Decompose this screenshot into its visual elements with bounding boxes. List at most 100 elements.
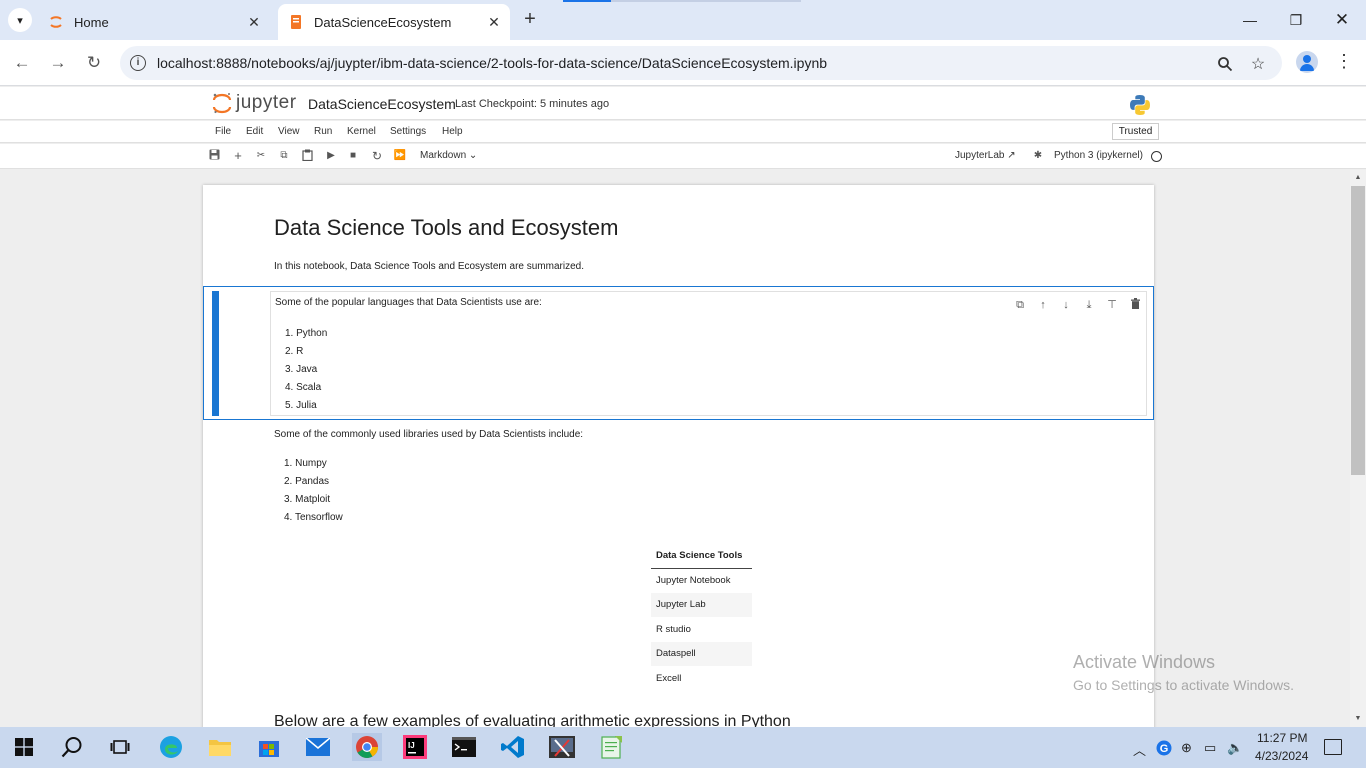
- kernel-name[interactable]: Python 3 (ipykernel): [1054, 150, 1143, 161]
- menu-settings[interactable]: Settings: [390, 126, 426, 137]
- add-cell-icon[interactable]: +: [231, 149, 245, 163]
- windows-taskbar: IJ ︿ G ⊕ ▭ 🔈: [0, 727, 1366, 768]
- notebook-area: Data Science Tools and Ecosystem In this…: [0, 170, 1350, 727]
- notebook-title[interactable]: DataScienceEcosystem: [308, 96, 456, 112]
- debugger-bug-icon[interactable]: ✱: [1031, 149, 1045, 163]
- close-icon[interactable]: ✕: [484, 12, 504, 32]
- bookmark-star-icon[interactable]: ☆: [1248, 54, 1268, 74]
- scroll-up-arrow-icon[interactable]: ▲: [1351, 171, 1365, 185]
- libraries-list: 1. Numpy 2. Pandas 3. Matploit 4. Tensor…: [284, 455, 343, 527]
- chevron-down-icon: ⌄: [468, 150, 478, 161]
- back-arrow-icon[interactable]: ←: [10, 51, 34, 75]
- table-header: Data Science Tools: [651, 543, 752, 569]
- table-row: Jupyter Notebook: [656, 575, 731, 586]
- snipping-tool-icon[interactable]: [548, 733, 576, 761]
- save-icon[interactable]: [207, 149, 221, 163]
- duplicate-cell-icon[interactable]: ⧉: [1013, 298, 1027, 312]
- tab-search-chevron-icon[interactable]: ▾: [8, 8, 32, 32]
- browser-menu-icon[interactable]: ⋮: [1334, 51, 1354, 73]
- menu-view[interactable]: View: [278, 126, 300, 137]
- notepad-plus-plus-icon[interactable]: [598, 733, 626, 761]
- python-logo-icon: [1129, 94, 1151, 116]
- cell-type-dropdown[interactable]: Markdown ⌄: [420, 150, 477, 161]
- trusted-indicator[interactable]: Trusted: [1112, 123, 1159, 140]
- tab-group-indicator: [563, 0, 611, 2]
- cell-collapser[interactable]: [212, 291, 219, 416]
- menu-file[interactable]: File: [215, 126, 231, 137]
- address-bar[interactable]: i localhost:8888/notebooks/aj/juypter/ib…: [120, 46, 1282, 80]
- clock-time[interactable]: 11:27 PM: [1257, 731, 1307, 745]
- insert-below-icon[interactable]: ⤓: [1082, 298, 1096, 312]
- arithmetic-heading: Below are a few examples of evaluating a…: [274, 713, 791, 727]
- action-center-icon[interactable]: [1324, 739, 1342, 755]
- file-explorer-icon[interactable]: [206, 733, 234, 761]
- site-info-icon[interactable]: i: [130, 55, 146, 71]
- notebook-heading: Data Science Tools and Ecosystem: [274, 215, 619, 240]
- tab-group-indicator: [611, 0, 801, 2]
- task-view-icon[interactable]: [106, 733, 134, 761]
- vscode-icon[interactable]: [499, 733, 527, 761]
- list-item: 3. Java: [285, 364, 318, 375]
- network-icon[interactable]: ▭: [1204, 740, 1216, 756]
- open-jupyterlab-link[interactable]: JupyterLab ↗: [955, 150, 1016, 161]
- paste-icon[interactable]: [300, 149, 314, 163]
- stop-icon[interactable]: ■: [346, 149, 360, 163]
- profile-avatar-icon[interactable]: [1296, 51, 1318, 73]
- list-item: 3. Matploit: [284, 494, 331, 505]
- table-row: R studio: [656, 623, 691, 635]
- minimize-icon[interactable]: —: [1238, 8, 1262, 32]
- show-hidden-icons-chevron-icon[interactable]: ︿: [1133, 740, 1146, 759]
- edge-browser-icon[interactable]: [157, 733, 185, 761]
- data-science-tools-table: Data Science Tools Jupyter Notebook Jupy…: [651, 543, 752, 691]
- jupyter-logo[interactable]: jupyter: [212, 92, 297, 114]
- copy-icon[interactable]: ⧉: [277, 149, 291, 163]
- menu-edit[interactable]: Edit: [246, 126, 263, 137]
- clock-date[interactable]: 4/23/2024: [1255, 749, 1308, 763]
- cut-icon[interactable]: ✂: [254, 149, 268, 163]
- new-tab-plus-icon[interactable]: +: [518, 9, 542, 30]
- intellij-idea-icon[interactable]: IJ: [401, 733, 429, 761]
- fast-forward-icon[interactable]: ⏩: [393, 149, 407, 163]
- close-icon[interactable]: ✕: [244, 12, 264, 32]
- mail-icon[interactable]: [304, 733, 332, 761]
- cell-content[interactable]: Some of the popular languages that Data …: [270, 291, 1147, 416]
- reload-icon[interactable]: ↻: [82, 51, 106, 75]
- restart-icon[interactable]: ↻: [370, 149, 384, 163]
- tab-home[interactable]: Home ✕: [38, 4, 270, 40]
- notebook-toolbar: + ✂ ⧉ ▶ ■ ↻ ⏩ Markdown ⌄ JupyterLab ↗ ✱ …: [0, 144, 1366, 169]
- notebook-page: Data Science Tools and Ecosystem In this…: [203, 185, 1154, 727]
- zoom-magnifier-icon[interactable]: [1215, 54, 1235, 74]
- cell-toolbar: ⧉ ↑ ↓ ⤓ ⊤: [1013, 298, 1142, 312]
- list-item: 5. Julia: [285, 400, 317, 411]
- move-up-arrow-icon[interactable]: ↑: [1036, 298, 1050, 312]
- active-markdown-cell[interactable]: Some of the popular languages that Data …: [203, 286, 1154, 420]
- restore-icon[interactable]: ❐: [1284, 8, 1308, 32]
- menu-kernel[interactable]: Kernel: [347, 126, 376, 137]
- microsoft-store-icon[interactable]: [255, 733, 283, 761]
- scrollbar-thumb[interactable]: [1351, 186, 1365, 475]
- insert-above-icon[interactable]: ⊤: [1105, 298, 1119, 312]
- menu-help[interactable]: Help: [442, 126, 463, 137]
- jupyter-logo-text: jupyter: [236, 92, 297, 113]
- jupyter-header: jupyter DataScienceEcosystem Last Checkp…: [0, 87, 1366, 120]
- chrome-browser-icon[interactable]: [352, 733, 382, 761]
- activate-windows-subtitle: Go to Settings to activate Windows.: [1073, 677, 1294, 693]
- google-drive-g-icon[interactable]: G: [1156, 740, 1172, 759]
- move-down-arrow-icon[interactable]: ↓: [1059, 298, 1073, 312]
- window-close-icon[interactable]: ✕: [1330, 8, 1354, 32]
- run-icon[interactable]: ▶: [324, 149, 338, 163]
- meet-now-icon[interactable]: ⊕: [1181, 740, 1192, 756]
- terminal-icon[interactable]: [450, 733, 478, 761]
- external-link-icon: ↗: [1007, 150, 1016, 161]
- delete-trash-icon[interactable]: [1128, 298, 1142, 312]
- volume-speaker-icon[interactable]: 🔈: [1227, 740, 1243, 756]
- forward-arrow-icon[interactable]: →: [46, 51, 70, 75]
- url-text[interactable]: localhost:8888/notebooks/aj/juypter/ibm-…: [157, 55, 827, 71]
- menu-run[interactable]: Run: [314, 126, 332, 137]
- windows-start-icon[interactable]: [10, 733, 38, 761]
- jupyter-logo-icon: [212, 92, 232, 114]
- search-icon[interactable]: [58, 733, 86, 761]
- scroll-down-arrow-icon[interactable]: ▼: [1351, 712, 1365, 726]
- activate-windows-title: Activate Windows: [1073, 652, 1216, 672]
- tab-datascienceecosystem[interactable]: DataScienceEcosystem ✕: [278, 4, 510, 40]
